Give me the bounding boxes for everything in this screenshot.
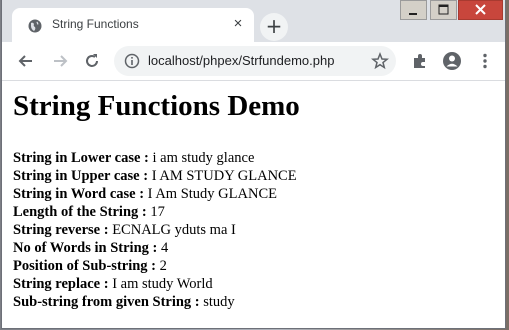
page-title: String Functions Demo bbox=[13, 90, 300, 122]
forward-arrow-icon[interactable] bbox=[50, 51, 70, 71]
extensions-puzzle-icon[interactable] bbox=[410, 51, 430, 71]
result-row-substring-position: Position of Sub-string : 2 bbox=[13, 257, 297, 275]
close-tab-icon[interactable]: × bbox=[230, 16, 246, 32]
result-value: I am study World bbox=[112, 276, 213, 292]
result-value: 17 bbox=[150, 204, 165, 220]
globe-icon bbox=[28, 19, 42, 33]
result-row-lower-case: String in Lower case : i am study glance bbox=[13, 149, 297, 167]
result-label: Length of the String : bbox=[13, 204, 151, 220]
tab-strip: String Functions × + bbox=[2, 0, 505, 42]
result-value: ECNALG yduts ma I bbox=[112, 222, 236, 238]
result-row-word-count: No of Words in String : 4 bbox=[13, 239, 297, 257]
result-value: study bbox=[203, 294, 235, 310]
result-label: Position of Sub-string : bbox=[13, 258, 160, 274]
page-content: String Functions Demo String in Lower ca… bbox=[13, 80, 501, 326]
result-value: 2 bbox=[159, 258, 167, 274]
maximize-button[interactable] bbox=[430, 0, 457, 20]
info-icon[interactable] bbox=[124, 53, 140, 69]
profile-avatar-icon[interactable] bbox=[442, 51, 462, 71]
new-tab-button[interactable]: + bbox=[260, 13, 288, 41]
result-row-substring: Sub-string from given String : study bbox=[13, 293, 297, 311]
reload-icon[interactable] bbox=[82, 51, 102, 71]
bookmark-star-icon[interactable] bbox=[371, 52, 389, 70]
close-window-button[interactable] bbox=[458, 0, 503, 20]
result-label: String replace : bbox=[13, 276, 113, 292]
result-row-length: Length of the String : 17 bbox=[13, 203, 297, 221]
result-label: String in Word case : bbox=[13, 186, 148, 202]
result-row-reverse: String reverse : ECNALG yduts ma I bbox=[13, 221, 297, 239]
result-value: 4 bbox=[160, 240, 169, 256]
result-row-word-case: String in Word case : I Am Study GLANCE bbox=[13, 185, 297, 203]
menu-kebab-icon[interactable] bbox=[475, 51, 495, 71]
result-list: String in Lower case : i am study glance… bbox=[13, 149, 297, 311]
result-label: String reverse : bbox=[13, 222, 113, 238]
result-row-upper-case: String in Upper case : I AM STUDY GLANCE bbox=[13, 167, 297, 185]
result-label: String in Lower case : bbox=[13, 150, 153, 166]
address-bar[interactable]: localhost/phpex/Strfundemo.php bbox=[114, 46, 396, 76]
minimize-button[interactable] bbox=[400, 0, 427, 20]
tab-active[interactable]: String Functions × bbox=[12, 8, 254, 42]
browser-toolbar: localhost/phpex/Strfundemo.php bbox=[2, 42, 505, 81]
result-label: String in Upper case : bbox=[13, 168, 152, 184]
result-value: i am study glance bbox=[152, 150, 255, 166]
back-arrow-icon[interactable] bbox=[16, 51, 36, 71]
result-label: Sub-string from given String : bbox=[13, 294, 204, 310]
browser-window: String Functions × + localhost/phpex/Str… bbox=[2, 0, 505, 328]
minimize-icon bbox=[409, 13, 417, 15]
result-value: I Am Study GLANCE bbox=[147, 186, 277, 202]
maximize-icon bbox=[438, 4, 449, 15]
url-text: localhost/phpex/Strfundemo.php bbox=[148, 53, 335, 68]
result-value: I AM STUDY GLANCE bbox=[151, 168, 297, 184]
result-row-replace: String replace : I am study World bbox=[13, 275, 297, 293]
result-label: No of Words in String : bbox=[13, 240, 161, 256]
close-icon bbox=[475, 4, 486, 15]
tab-title: String Functions bbox=[52, 17, 139, 31]
